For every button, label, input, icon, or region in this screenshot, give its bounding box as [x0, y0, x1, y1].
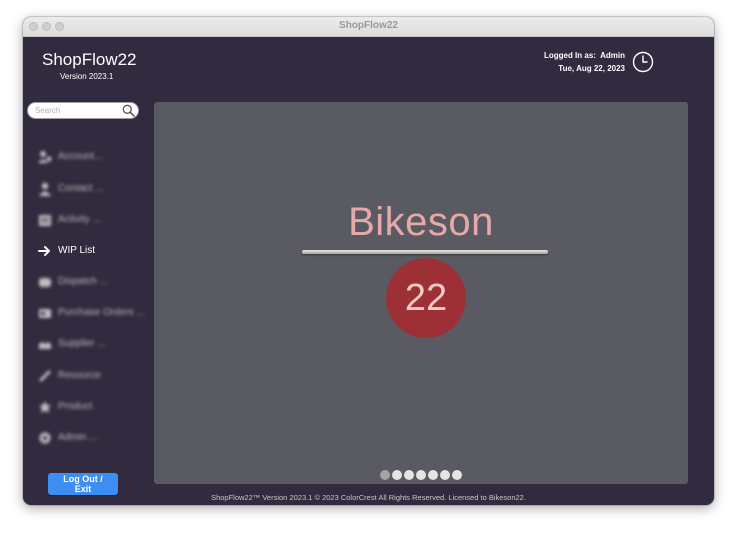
- dispatch-icon: [39, 278, 51, 287]
- login-user: Admin: [600, 51, 625, 60]
- carousel-dot[interactable]: [404, 470, 414, 480]
- sidebar-item-account[interactable]: Account...: [38, 148, 148, 166]
- sidebar-item-label: WIP List: [58, 245, 96, 256]
- sidebar-item-admin[interactable]: Admin ...: [38, 429, 148, 447]
- footer-text: ShopFlow22™ Version 2023.1 © 2023 ColorC…: [211, 493, 526, 502]
- logout-button[interactable]: Log Out / Exit: [48, 473, 118, 495]
- search-box: [27, 102, 139, 119]
- carousel-dot[interactable]: [452, 470, 462, 480]
- sidebar-item-contact[interactable]: Contact ...: [38, 180, 148, 198]
- sidebar-item-wip-list[interactable]: WIP List: [38, 242, 148, 260]
- sidebar-item-purchase-orders[interactable]: Purchase Orders ...: [38, 304, 148, 322]
- sidebar-item-activity[interactable]: Activity ...: [38, 211, 148, 229]
- purchase-orders-icon: [39, 309, 51, 318]
- brand-underline: [302, 250, 548, 254]
- resource-icon: [39, 370, 51, 382]
- brand-badge: 22: [386, 258, 466, 338]
- carousel-dot[interactable]: [392, 470, 402, 480]
- app-name: ShopFlow22: [42, 50, 137, 69]
- main-panel: Bikeson 22: [154, 102, 688, 484]
- activity-icon: [39, 215, 51, 226]
- carousel-dot[interactable]: [428, 470, 438, 480]
- sidebar-item-label: Supplier ...: [58, 338, 106, 349]
- sidebar-item-supplier[interactable]: Supplier ...: [38, 335, 148, 353]
- search-icon[interactable]: [122, 104, 135, 117]
- title-bar: ShopFlow22: [23, 17, 714, 37]
- sidebar-item-product[interactable]: Product: [38, 398, 148, 416]
- app-version: Version 2023.1: [60, 72, 114, 81]
- sidebar-item-label: Activity ...: [58, 214, 101, 225]
- sidebar-item-label: Dispatch ...: [58, 276, 109, 287]
- admin-gear-icon: [39, 432, 51, 444]
- login-status: Logged In as: Admin: [544, 51, 625, 60]
- account-icon: [38, 151, 52, 163]
- window-title: ShopFlow22: [339, 20, 398, 31]
- sidebar-item-label: Resource: [58, 370, 101, 381]
- sidebar-item-label: Contact ...: [58, 183, 104, 194]
- carousel-dot[interactable]: [440, 470, 450, 480]
- clock-icon: [632, 51, 654, 73]
- badge-number: 22: [404, 277, 448, 319]
- carousel-dot[interactable]: [380, 470, 390, 480]
- sidebar-item-resource[interactable]: Resource: [38, 367, 148, 385]
- sidebar-item-label: Product: [58, 401, 93, 412]
- supplier-icon: [39, 342, 51, 349]
- carousel-dot[interactable]: [416, 470, 426, 480]
- app-window: ShopFlow22 ShopFlow22 Version 2023.1 Log…: [23, 17, 714, 505]
- login-label: Logged In as:: [543, 51, 596, 60]
- contact-icon: [39, 182, 51, 196]
- arrow-right-icon: [38, 246, 50, 256]
- current-date: Tue, Aug 22, 2023: [558, 64, 625, 73]
- sidebar-item-label: Account...: [58, 151, 103, 162]
- brand-name: Bikeson: [348, 200, 494, 244]
- sidebar-item-dispatch[interactable]: Dispatch ...: [38, 273, 148, 291]
- product-icon: [39, 401, 51, 413]
- sidebar-item-label: Admin ...: [58, 432, 98, 443]
- sidebar-item-label: Purchase Orders ...: [58, 307, 145, 318]
- search-input[interactable]: [35, 104, 119, 117]
